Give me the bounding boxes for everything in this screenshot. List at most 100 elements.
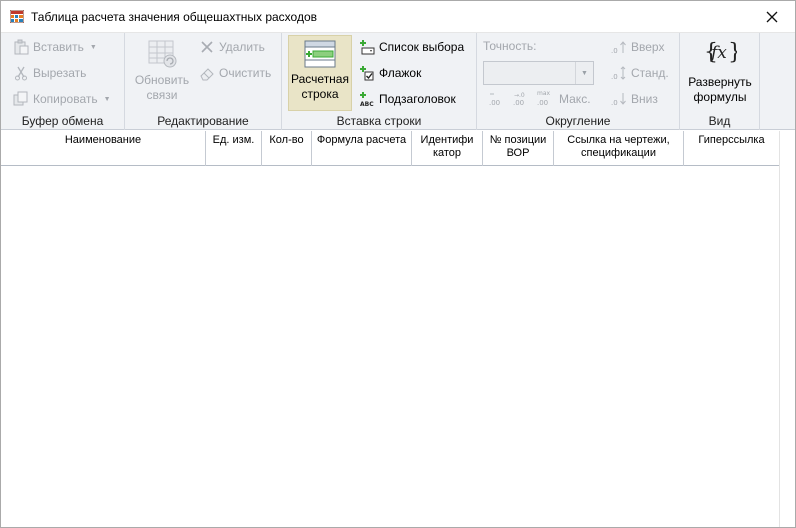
precision-label: Точность: [483,36,536,56]
round-up-label: Вверх [631,40,665,54]
grid-header: Наименование Ед. изм. Кол-во Формула рас… [1,131,779,166]
group-caption-clipboard: Буфер обмена [21,114,104,128]
column-header-label: Наименование [64,134,142,146]
increase-decimal-icon: →.0.00 [513,92,525,107]
copy-icon [13,91,29,107]
group-rounding: Точность: ▼ .00 →.0.00 max .00 Макс. .0 … [477,33,680,130]
max-decimal-button[interactable]: max .00 [535,87,555,109]
svg-text:max: max [537,90,551,97]
clear-button[interactable]: Очистить [199,63,271,83]
svg-text:fx: fx [709,43,727,63]
precision-combobox[interactable]: ▼ [483,61,594,85]
round-up-button[interactable]: .0 Вверх [611,37,664,57]
cut-button[interactable]: Вырезать [13,63,86,83]
column-header-label: Гиперссылка [698,134,765,146]
round-down-button[interactable]: .0 Вниз [611,89,658,109]
close-button[interactable] [749,1,795,32]
column-header-drawings-link[interactable]: Ссылка на чертежи, спецификации [554,131,684,166]
precision-label-text: Точность: [483,39,537,53]
max-label: Макс. [559,92,591,106]
column-header-label: спецификации [581,147,656,159]
checkbox-button[interactable]: Флажок [359,63,421,83]
calc-row-icon [304,40,336,68]
column-header-name[interactable]: Наименование [1,131,206,166]
expand-formulas-button[interactable]: { fx } Развернуть формулы [682,37,758,105]
group-view: { fx } Развернуть формулы Вид [680,33,760,130]
column-header-label: Кол-во [269,134,304,146]
refresh-table-icon [148,40,177,68]
column-header-quantity[interactable]: Кол-во [262,131,312,166]
refresh-links-button[interactable]: Обновить связи [131,37,193,103]
max-decimal-icon: max .00 [537,90,551,107]
increase-decimal-button[interactable]: →.0.00 [511,90,531,108]
subheader-label: Подзаголовок [379,92,456,106]
svg-text:.0: .0 [611,99,618,107]
close-icon [766,11,778,22]
expand-label-line2: формулы [693,90,747,104]
decrease-decimal-icon: .00 [489,93,500,107]
max-button[interactable]: Макс. [559,89,591,109]
vertical-scrollbar[interactable] [779,131,795,527]
column-header-bor-position[interactable]: № позиции ВОР [483,131,554,166]
group-caption-insert-row: Вставка строки [336,114,422,128]
title-bar: Таблица расчета значения общешахтных рас… [1,1,795,32]
round-standard-icon: .0 [611,65,627,81]
column-header-label: Идентифи [420,134,474,146]
copy-label: Копировать [33,92,98,106]
group-insert-row: Расчетная строка Список выбора Флажок AB… [282,33,477,130]
svg-text:}: } [728,40,737,65]
cut-label: Вырезать [33,66,87,80]
clear-label: Очистить [219,66,272,80]
delete-x-icon [199,39,215,55]
checkbox-icon [359,65,375,81]
calc-row-label-line1: Расчетная [291,72,349,86]
column-header-label: ВОР [506,147,530,159]
group-clipboard: Вставить ▼ Вырезать Копировать ▼ Буфер о… [1,33,125,130]
column-header-label: Ссылка на чертежи, [567,134,670,146]
window-title: Таблица расчета значения общешахтных рас… [31,10,318,24]
column-header-identifier[interactable]: Идентифи катор [412,131,483,166]
column-header-label: Ед. изм. [212,134,255,146]
round-down-icon: .0 [611,91,627,107]
main-window: Таблица расчета значения общешахтных рас… [0,0,796,528]
chevron-down-icon[interactable]: ▼ [575,62,593,84]
subheader-button[interactable]: ABC Подзаголовок [359,89,456,109]
checkbox-label: Флажок [379,66,422,80]
subheader-abc-icon: ABC [359,91,375,107]
expand-label-line1: Развернуть [688,75,752,89]
column-header-unit[interactable]: Ед. изм. [206,131,262,166]
column-header-formula[interactable]: Формула расчета [312,131,412,166]
round-up-icon: .0 [611,39,627,55]
svg-text:ABC: ABC [360,101,374,107]
calc-row-label-line2: строка [301,87,339,101]
copy-dropdown-arrow-icon: ▼ [103,95,111,103]
grid-body[interactable] [1,167,779,527]
calc-row-button[interactable]: Расчетная строка [288,35,352,111]
select-list-button[interactable]: Список выбора [359,37,464,57]
paste-button[interactable]: Вставить ▼ [13,37,97,57]
svg-text:→.0: →.0 [514,92,525,99]
eraser-icon [199,65,215,81]
delete-label: Удалить [219,40,265,54]
decrease-decimal-button[interactable]: .00 [487,90,507,108]
round-down-label: Вниз [631,92,658,106]
group-editing: Обновить связи Удалить Очистить Редактир… [125,33,282,130]
column-header-hyperlink[interactable]: Гиперссылка [684,131,779,166]
svg-text:.00: .00 [513,99,524,107]
delete-button[interactable]: Удалить [199,37,265,57]
svg-text:.0: .0 [611,73,618,81]
group-caption-editing: Редактирование [157,114,249,128]
ribbon: Вставить ▼ Вырезать Копировать ▼ Буфер о… [1,32,795,130]
column-header-label: катор [432,147,462,159]
table-app-icon [10,10,24,23]
column-header-label: Формула расчета [316,134,407,146]
svg-text:.00: .00 [537,99,548,107]
scissors-icon [13,65,29,81]
select-list-label: Список выбора [379,40,465,54]
svg-text:.0: .0 [611,47,618,55]
round-standard-button[interactable]: .0 Станд. [611,63,669,83]
refresh-label-line2: связи [146,88,178,102]
copy-button[interactable]: Копировать ▼ [13,89,111,109]
paste-dropdown-arrow-icon: ▼ [89,43,97,51]
svg-text:.00: .00 [489,99,500,107]
